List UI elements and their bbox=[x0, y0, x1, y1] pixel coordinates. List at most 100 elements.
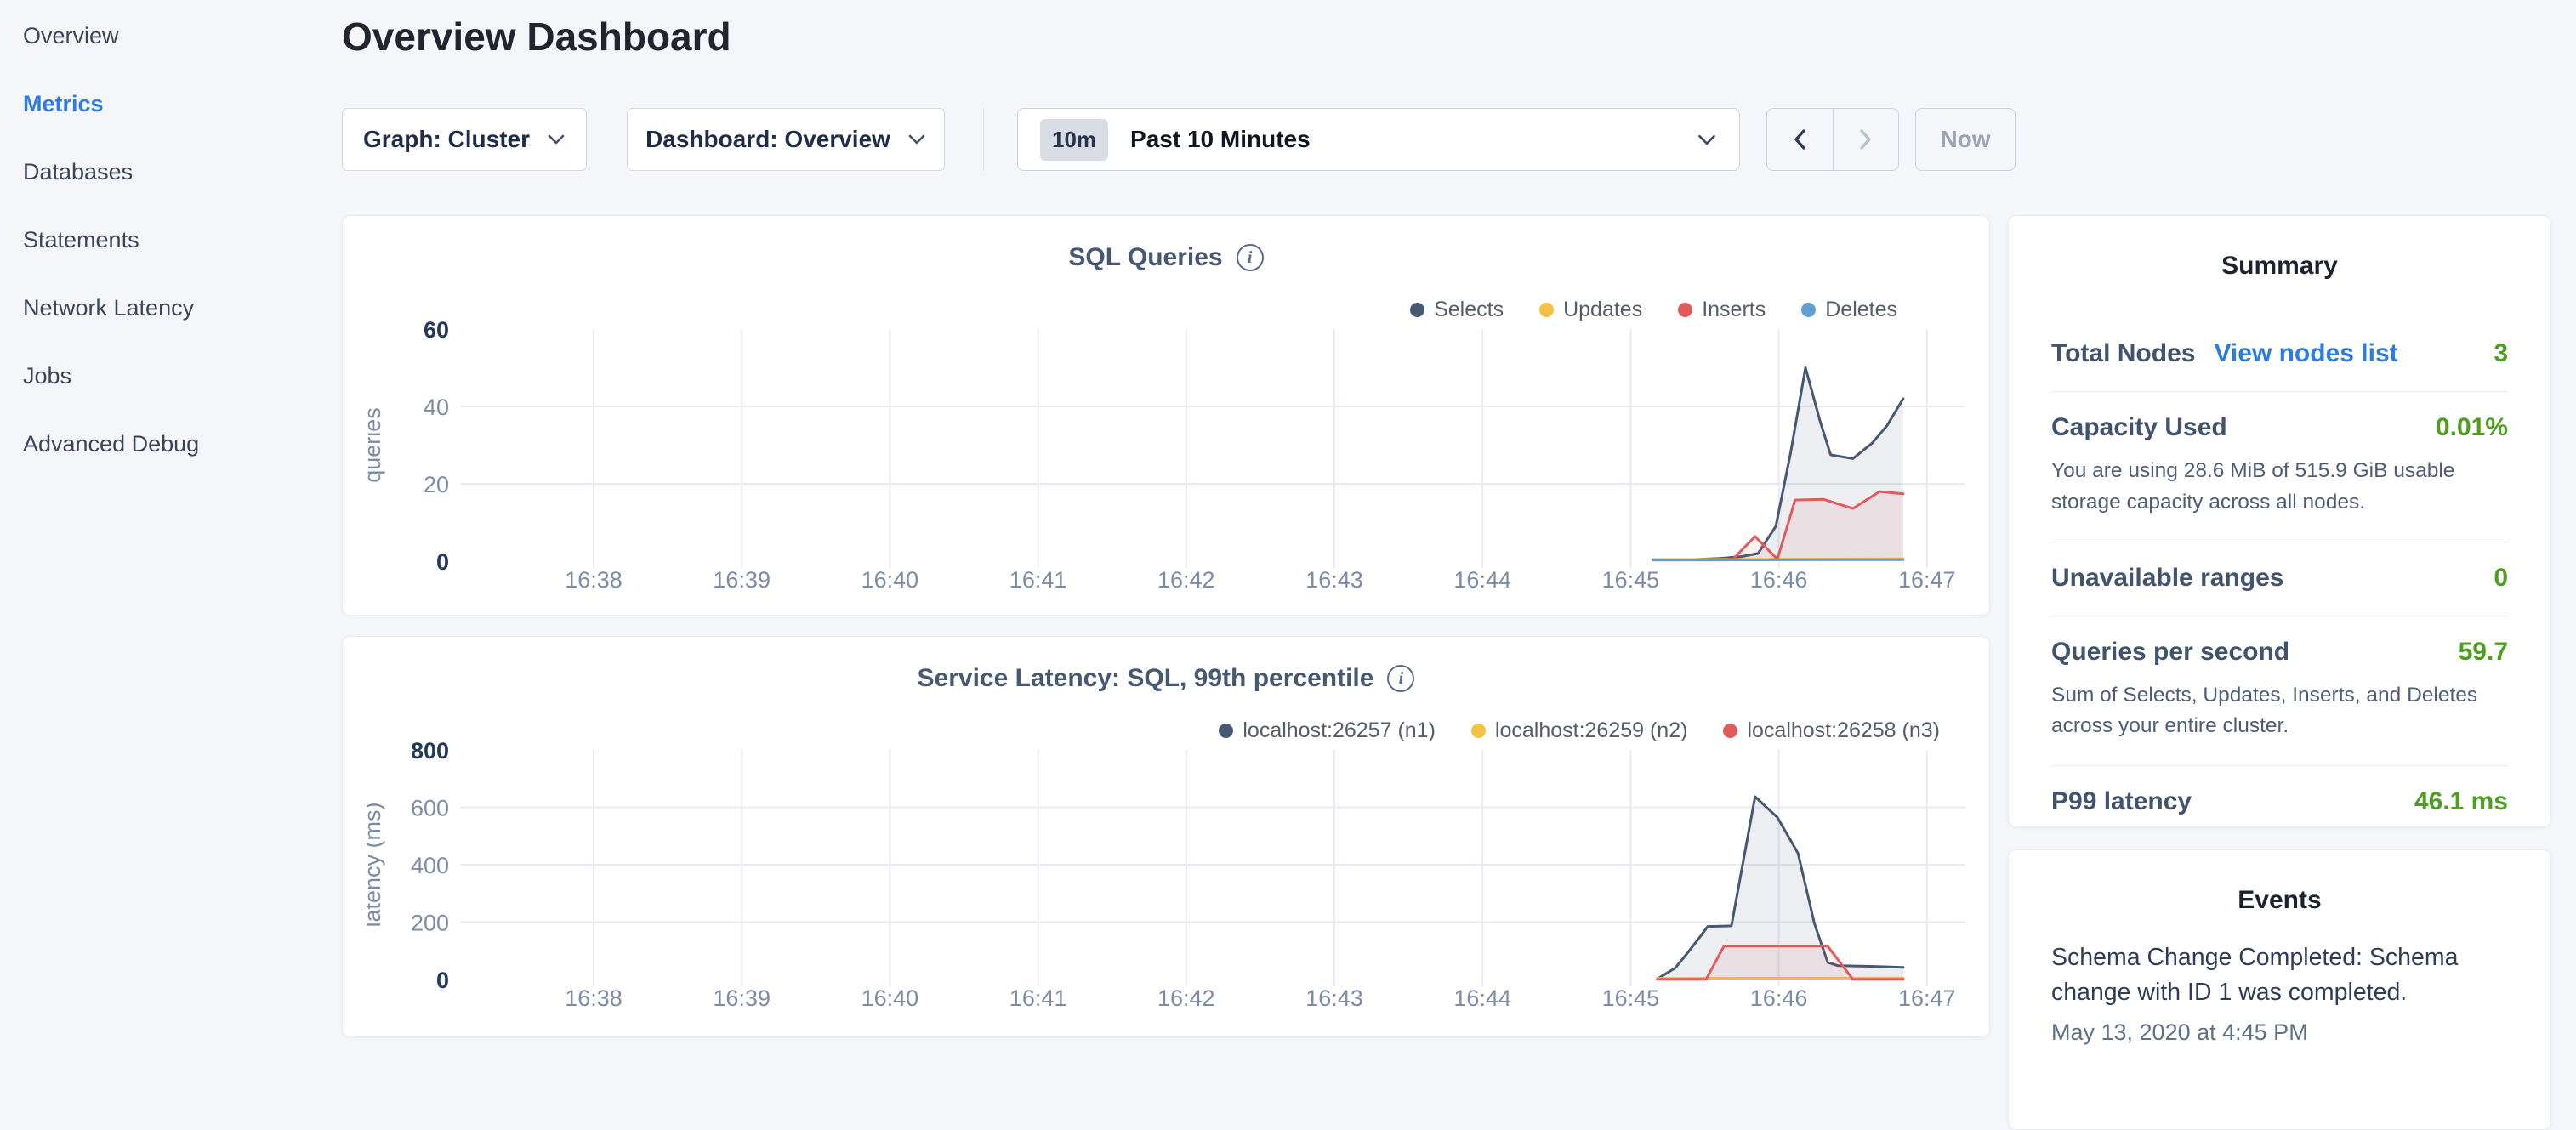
service-latency-chart[interactable]: 16:3816:3916:4016:4116:4216:4316:4416:45… bbox=[367, 741, 1965, 1022]
summary-panel: Summary Total NodesView nodes list3Capac… bbox=[2008, 215, 2551, 827]
summary-row: Capacity Used0.01%You are using 28.6 MiB… bbox=[2051, 391, 2508, 542]
svg-text:20: 20 bbox=[424, 472, 449, 497]
summary-row-value: 46.1 ms bbox=[2414, 787, 2508, 816]
svg-text:16:43: 16:43 bbox=[1305, 985, 1363, 1011]
svg-text:60: 60 bbox=[424, 321, 449, 343]
service-latency-panel: Service Latency: SQL, 99th percentile i … bbox=[342, 636, 1990, 1037]
summary-row-label: Total Nodes bbox=[2051, 339, 2195, 368]
legend-label: Inserts bbox=[1702, 298, 1766, 322]
event-item: Schema Change Completed: Schema change w… bbox=[2051, 940, 2508, 1046]
sidebar-item-metrics[interactable]: Metrics bbox=[0, 70, 340, 138]
summary-row-label: Queries per second bbox=[2051, 638, 2289, 667]
prev-range-button[interactable] bbox=[1767, 109, 1833, 170]
summary-row-value: 0 bbox=[2494, 564, 2508, 593]
svg-text:200: 200 bbox=[411, 911, 449, 936]
legend-label: Selects bbox=[1434, 298, 1504, 322]
sidebar-item-jobs[interactable]: Jobs bbox=[0, 342, 340, 410]
svg-text:600: 600 bbox=[411, 796, 449, 821]
summary-row: Queries per second59.7Sum of Selects, Up… bbox=[2051, 616, 2508, 766]
svg-text:16:38: 16:38 bbox=[565, 985, 623, 1011]
legend-label: localhost:26259 (n2) bbox=[1495, 718, 1688, 743]
legend-dot-icon bbox=[1219, 724, 1233, 738]
sql-queries-legend: Selects Updates Inserts Deletes bbox=[1410, 298, 1897, 322]
svg-text:16:47: 16:47 bbox=[1898, 985, 1956, 1011]
time-range-selector[interactable]: 10m Past 10 Minutes bbox=[1017, 108, 1740, 171]
svg-text:queries: queries bbox=[367, 407, 385, 483]
summary-row-subtext: Sum of Selects, Updates, Inserts, and De… bbox=[2051, 680, 2508, 743]
summary-rows: Total Nodes View nodes list 3 Capacity Used… bbox=[2051, 318, 2508, 839]
svg-text:16:46: 16:46 bbox=[1750, 985, 1808, 1011]
chevron-down-icon bbox=[907, 133, 926, 145]
legend-item: Inserts bbox=[1678, 298, 1766, 322]
sidebar-item-advanced-debug[interactable]: Advanced Debug bbox=[0, 410, 340, 478]
legend-dot-icon bbox=[1678, 303, 1692, 317]
event-text: Schema Change Completed: Schema change w… bbox=[2051, 940, 2459, 1011]
svg-text:16:46: 16:46 bbox=[1750, 567, 1808, 593]
legend-item: localhost:26259 (n2) bbox=[1471, 718, 1688, 743]
sidebar-item-databases[interactable]: Databases bbox=[0, 138, 340, 206]
svg-text:16:39: 16:39 bbox=[713, 567, 771, 593]
svg-text:16:42: 16:42 bbox=[1157, 985, 1215, 1011]
info-icon[interactable]: i bbox=[1387, 665, 1414, 692]
legend-dot-icon bbox=[1471, 724, 1486, 738]
chevron-down-icon bbox=[1697, 133, 1717, 146]
time-range-badge: 10m bbox=[1040, 119, 1108, 161]
graph-dropdown-label: Graph: Cluster bbox=[363, 126, 530, 153]
sidebar-item-network-latency[interactable]: Network Latency bbox=[0, 274, 340, 342]
info-icon[interactable]: i bbox=[1237, 244, 1264, 271]
service-latency-chart-title: Service Latency: SQL, 99th percentile bbox=[918, 664, 1374, 693]
svg-text:16:40: 16:40 bbox=[862, 567, 919, 593]
toolbar: Graph: Cluster Dashboard: Overview 10m P… bbox=[342, 108, 2017, 171]
summary-row: Unavailable ranges 0 bbox=[2051, 542, 2508, 616]
sql-queries-chart-title: SQL Queries bbox=[1068, 243, 1222, 272]
svg-text:16:41: 16:41 bbox=[1009, 567, 1067, 593]
legend-label: localhost:26257 (n1) bbox=[1243, 718, 1436, 743]
svg-text:16:45: 16:45 bbox=[1602, 985, 1660, 1011]
summary-row-label: P99 latency bbox=[2051, 787, 2192, 816]
svg-text:16:42: 16:42 bbox=[1157, 567, 1215, 593]
dashboard-dropdown[interactable]: Dashboard: Overview bbox=[627, 108, 945, 171]
legend-dot-icon bbox=[1723, 724, 1737, 738]
sql-queries-chart[interactable]: 16:3816:3916:4016:4116:4216:4316:4416:45… bbox=[367, 321, 1965, 601]
svg-text:800: 800 bbox=[411, 741, 449, 764]
sidebar-nav: OverviewMetricsDatabasesStatementsNetwor… bbox=[0, 2, 340, 478]
sidebar-item-overview[interactable]: Overview bbox=[0, 2, 340, 70]
svg-text:16:38: 16:38 bbox=[565, 567, 623, 593]
chevron-down-icon bbox=[547, 133, 566, 145]
legend-label: Updates bbox=[1563, 298, 1642, 322]
graph-dropdown[interactable]: Graph: Cluster bbox=[342, 108, 587, 171]
legend-dot-icon bbox=[1539, 303, 1554, 317]
svg-text:16:40: 16:40 bbox=[862, 985, 919, 1011]
sql-queries-panel: SQL Queries i Selects Updates Inserts Delet… bbox=[342, 215, 1990, 616]
svg-text:16:41: 16:41 bbox=[1009, 985, 1067, 1011]
events-title: Events bbox=[2009, 850, 2550, 915]
svg-text:latency (ms): latency (ms) bbox=[367, 802, 385, 927]
summary-row-value: 3 bbox=[2494, 339, 2508, 368]
legend-item: Updates bbox=[1539, 298, 1642, 322]
events-panel: Events Schema Change Completed: Schema c… bbox=[2008, 849, 2551, 1130]
svg-text:40: 40 bbox=[424, 395, 449, 420]
summary-row: Total Nodes View nodes list 3 bbox=[2051, 318, 2508, 391]
legend-dot-icon bbox=[1410, 303, 1424, 317]
svg-text:16:45: 16:45 bbox=[1602, 567, 1660, 593]
legend-item: localhost:26258 (n3) bbox=[1723, 718, 1940, 743]
legend-item: Deletes bbox=[1801, 298, 1897, 322]
legend-label: localhost:26258 (n3) bbox=[1747, 718, 1940, 743]
legend-label: Deletes bbox=[1825, 298, 1897, 322]
dashboard-dropdown-label: Dashboard: Overview bbox=[645, 126, 890, 153]
event-timestamp: May 13, 2020 at 4:45 PM bbox=[2051, 1019, 2508, 1046]
svg-text:16:44: 16:44 bbox=[1453, 985, 1511, 1011]
now-button[interactable]: Now bbox=[1915, 108, 2016, 171]
page-title: Overview Dashboard bbox=[342, 14, 731, 60]
svg-text:16:43: 16:43 bbox=[1305, 567, 1363, 593]
legend-item: localhost:26257 (n1) bbox=[1219, 718, 1436, 743]
chevron-left-icon bbox=[1794, 129, 1806, 150]
sidebar-item-statements[interactable]: Statements bbox=[0, 206, 340, 274]
next-range-button[interactable] bbox=[1833, 109, 1899, 170]
service-latency-legend: localhost:26257 (n1) localhost:26259 (n2)… bbox=[1219, 718, 1940, 743]
view-nodes-list-link[interactable]: View nodes list bbox=[2214, 339, 2397, 368]
legend-dot-icon bbox=[1801, 303, 1816, 317]
svg-text:0: 0 bbox=[436, 968, 449, 993]
time-range-label: Past 10 Minutes bbox=[1130, 126, 1697, 153]
summary-row-label: Unavailable ranges bbox=[2051, 564, 2283, 593]
